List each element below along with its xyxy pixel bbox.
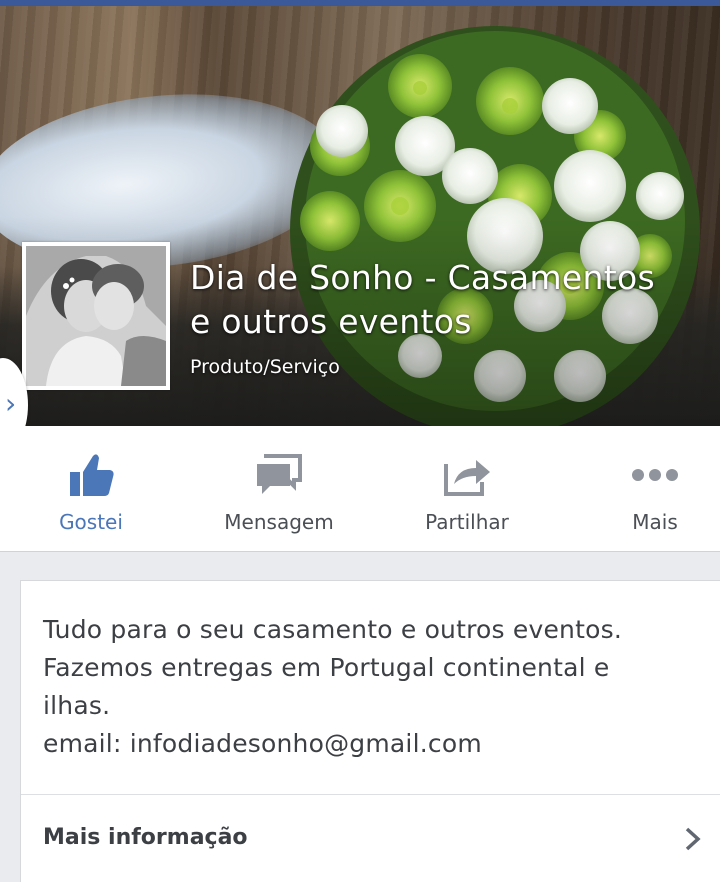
chevron-right-icon: ›: [5, 387, 17, 420]
about-line: Fazemos entregas em Portugal continental…: [43, 653, 610, 682]
profile-picture[interactable]: [22, 242, 170, 390]
about-email[interactable]: email: infodiadesonho@gmail.com: [43, 725, 713, 763]
action-bar: Gostei Mensagem Partilhar Mais: [0, 426, 720, 552]
more-button[interactable]: Mais: [610, 426, 700, 552]
couple-photo: [26, 246, 166, 386]
share-label: Partilhar: [425, 510, 509, 534]
about-card: Tudo para o seu casamento e outros event…: [20, 580, 720, 882]
like-label: Gostei: [59, 510, 123, 534]
page-title-line-1: Dia de Sonho - Casamentos: [190, 258, 655, 297]
more-info-row[interactable]: Mais informação: [21, 795, 720, 882]
about-description: Tudo para o seu casamento e outros event…: [43, 611, 713, 763]
share-icon: [444, 460, 490, 496]
share-button[interactable]: Partilhar: [402, 426, 532, 552]
thumbs-up-icon: [70, 454, 114, 496]
like-button[interactable]: Gostei: [36, 426, 146, 552]
more-icon: [632, 469, 678, 481]
page-title-line-2: e outros eventos: [190, 302, 472, 341]
page-category: Produto/Serviço: [190, 356, 340, 378]
chevron-right-icon: [685, 827, 701, 851]
about-line: Tudo para o seu casamento e outros event…: [43, 615, 622, 644]
page-title: Dia de Sonho - Casamentos e outros event…: [190, 256, 720, 344]
more-info-label: Mais informação: [43, 825, 248, 850]
about-line: ilhas.: [43, 691, 111, 720]
message-button[interactable]: Mensagem: [206, 426, 352, 552]
message-label: Mensagem: [224, 510, 334, 534]
message-icon: [257, 454, 302, 494]
more-label: Mais: [632, 510, 678, 534]
